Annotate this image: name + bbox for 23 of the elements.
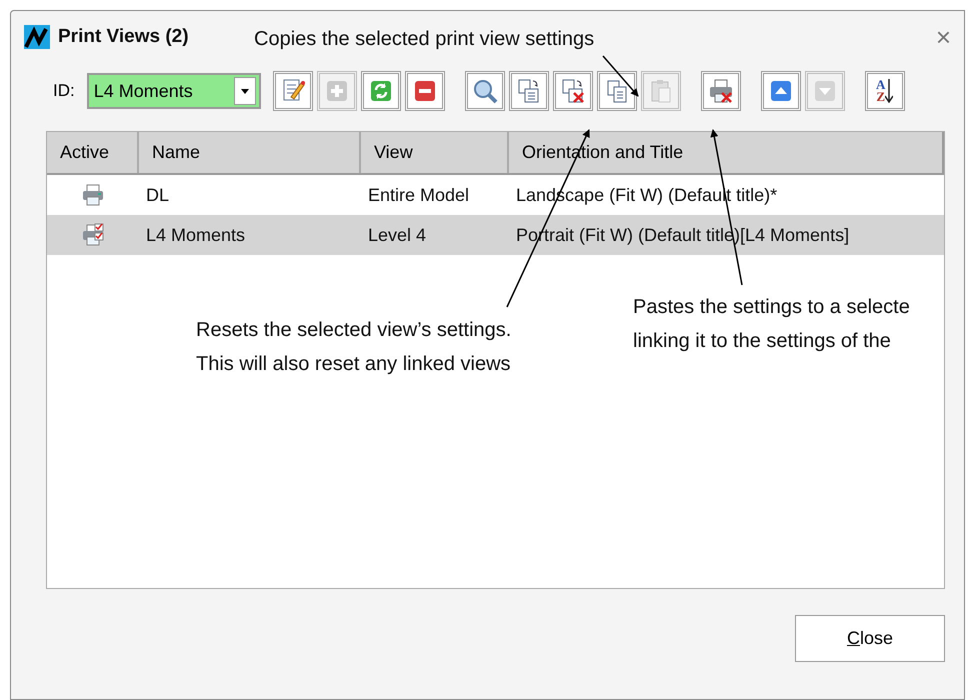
caret-icon — [240, 88, 249, 94]
window-title: Print Views (2) — [58, 26, 189, 48]
toolbar-button[interactable] — [596, 71, 637, 111]
sort-letters: A Z — [876, 79, 886, 103]
table-cell: L4 Moments — [146, 224, 246, 246]
printer-icon — [81, 183, 105, 207]
arrow — [602, 56, 639, 97]
printer-icon — [81, 223, 105, 247]
id-dropdown[interactable]: L4 Moments — [86, 73, 261, 109]
toolbar-button[interactable]: A Z — [864, 71, 905, 111]
id-label: ID: — [53, 81, 75, 101]
logo-icon — [24, 25, 50, 49]
annotation-text: Pastes the settings to a selecte linking it to the settings of the — [633, 295, 910, 354]
table-cell: DL — [146, 184, 170, 206]
table-cell: Entire Model — [368, 184, 470, 206]
column-header[interactable]: View — [361, 132, 509, 173]
down-arrow-icon — [885, 79, 894, 103]
annotation-text: Copies the selected print view settings — [254, 27, 594, 52]
column-header[interactable]: Name — [139, 132, 361, 173]
close-button[interactable]: Close — [795, 615, 945, 662]
table-cell: Level 4 — [368, 224, 426, 246]
column-header[interactable]: Active — [47, 132, 139, 173]
annotation-text: Resets the selected view’s settings. This will also reset any linked views — [196, 318, 512, 377]
